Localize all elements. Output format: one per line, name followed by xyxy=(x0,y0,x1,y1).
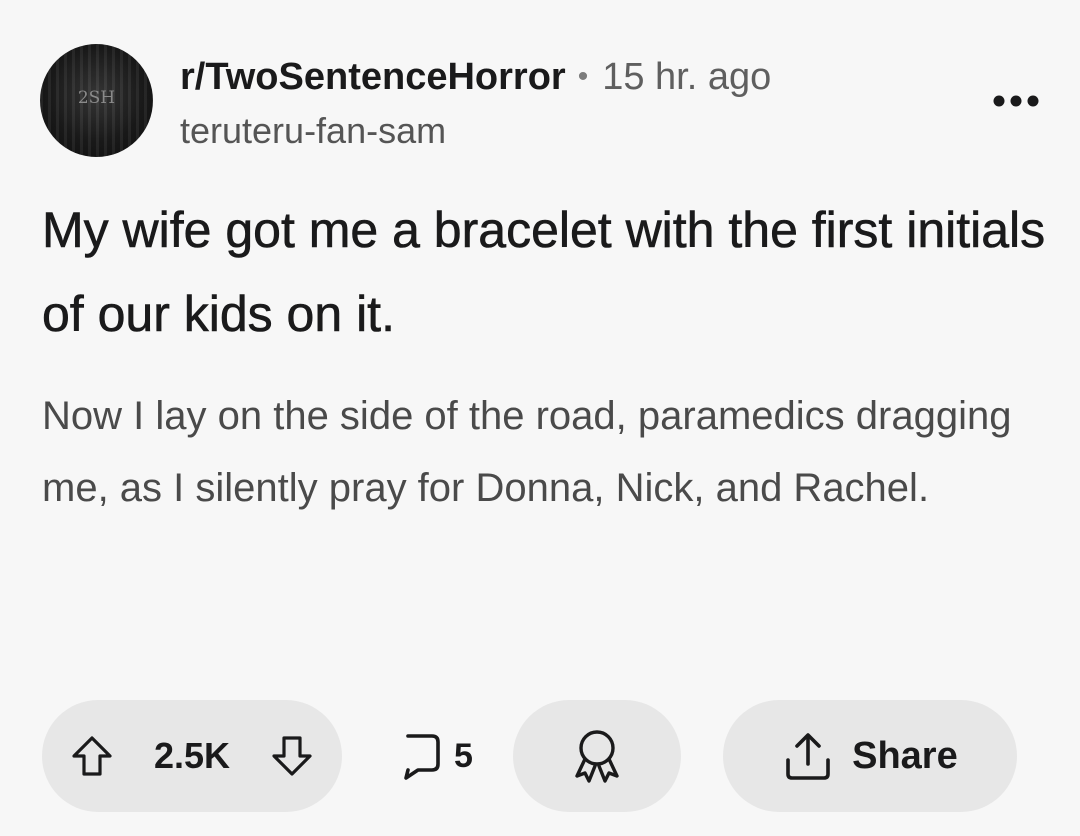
share-upload-icon xyxy=(786,733,830,780)
award-button[interactable] xyxy=(512,700,681,812)
share-label: Share xyxy=(852,734,958,777)
more-options-button[interactable] xyxy=(986,76,1046,126)
post-meta: r/TwoSentenceHorror • 15 hr. ago xyxy=(180,52,771,102)
downvote-arrow-icon xyxy=(272,736,312,776)
vote-control: 2.5K xyxy=(42,700,342,812)
author-link[interactable]: teruteru-fan-sam xyxy=(180,110,446,152)
subreddit-avatar[interactable]: 2SH xyxy=(40,44,153,157)
upvote-arrow-icon xyxy=(72,736,112,776)
post-title[interactable]: My wife got me a bracelet with the first… xyxy=(42,188,1052,356)
downvote-button[interactable] xyxy=(264,728,320,784)
post-timestamp: 15 hr. ago xyxy=(602,55,772,98)
action-bar: 2.5K 5 Share xyxy=(42,700,1017,812)
comment-count: 5 xyxy=(454,736,473,775)
more-options-icon xyxy=(993,95,1039,107)
post-body: Now I lay on the side of the road, param… xyxy=(42,394,1012,510)
upvote-button[interactable] xyxy=(64,728,120,784)
comment-bubble-icon xyxy=(404,734,440,780)
vote-count: 2.5K xyxy=(153,735,231,776)
comments-button[interactable]: 5 xyxy=(388,700,483,812)
post-card: 2SH r/TwoSentenceHorror • 15 hr. ago ter… xyxy=(0,0,1080,836)
subreddit-link[interactable]: r/TwoSentenceHorror xyxy=(180,56,566,99)
award-ribbon-icon xyxy=(575,730,619,783)
meta-separator: • xyxy=(577,60,589,93)
avatar-logo-text: 2SH xyxy=(77,88,116,108)
share-button[interactable]: Share xyxy=(722,700,1017,812)
